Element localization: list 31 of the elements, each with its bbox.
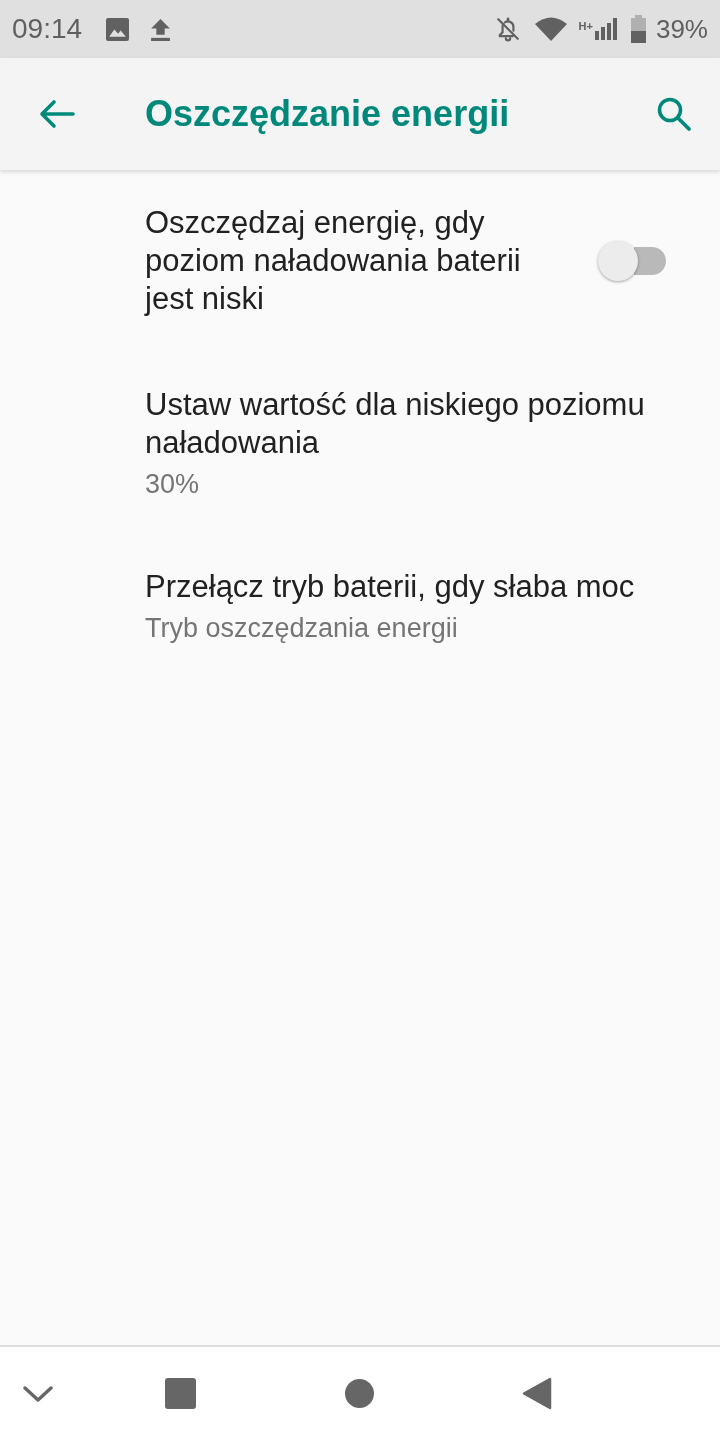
setting-summary: Tryb oszczędzania energii: [145, 612, 459, 644]
signal-icon: [594, 18, 617, 40]
setting-title: Przełącz tryb baterii, gdy słaba moc: [145, 568, 636, 606]
home-button[interactable]: [344, 1379, 374, 1408]
toggle-switch[interactable]: [598, 240, 666, 282]
triangle-back-icon: [522, 1377, 552, 1410]
screen-title: Oszczędzanie energii: [145, 93, 511, 135]
wifi-icon: [534, 17, 567, 41]
hide-nav-button[interactable]: [23, 1384, 53, 1403]
setting-item[interactable]: Przełącz tryb baterii, gdy słaba moc Tryb oszczędzania energii: [0, 534, 720, 678]
setting-item[interactable]: Ustaw wartość dla niskiego poziomu naładowania 30%: [0, 352, 720, 534]
setting-summary: 30%: [145, 468, 201, 500]
back-nav-button[interactable]: [522, 1377, 552, 1410]
back-arrow-icon: [39, 99, 75, 129]
search-icon: [656, 96, 692, 132]
upload-icon: [149, 17, 173, 41]
switch-track: [634, 247, 666, 275]
chevron-down-icon: [23, 1384, 53, 1403]
status-time: 09:14: [12, 13, 83, 45]
bell-off-icon: [494, 16, 521, 42]
image-icon: [106, 17, 130, 41]
circle-icon: [344, 1379, 374, 1408]
setting-title: Ustaw wartość dla niskiego poziomu naładowania: [145, 386, 646, 462]
square-icon: [164, 1378, 196, 1409]
recents-button[interactable]: [164, 1378, 196, 1409]
network-type: H+: [578, 20, 593, 32]
setting-item[interactable]: Oszczędzaj energię, gdy poziom naładowania baterii jest niski: [0, 170, 720, 352]
battery-percent: 39%: [655, 13, 708, 45]
battery-icon: [630, 15, 646, 43]
switch-thumb: [598, 241, 638, 281]
setting-title: Oszczędzaj energię, gdy poziom naładowania baterii jest niski: [145, 204, 522, 318]
